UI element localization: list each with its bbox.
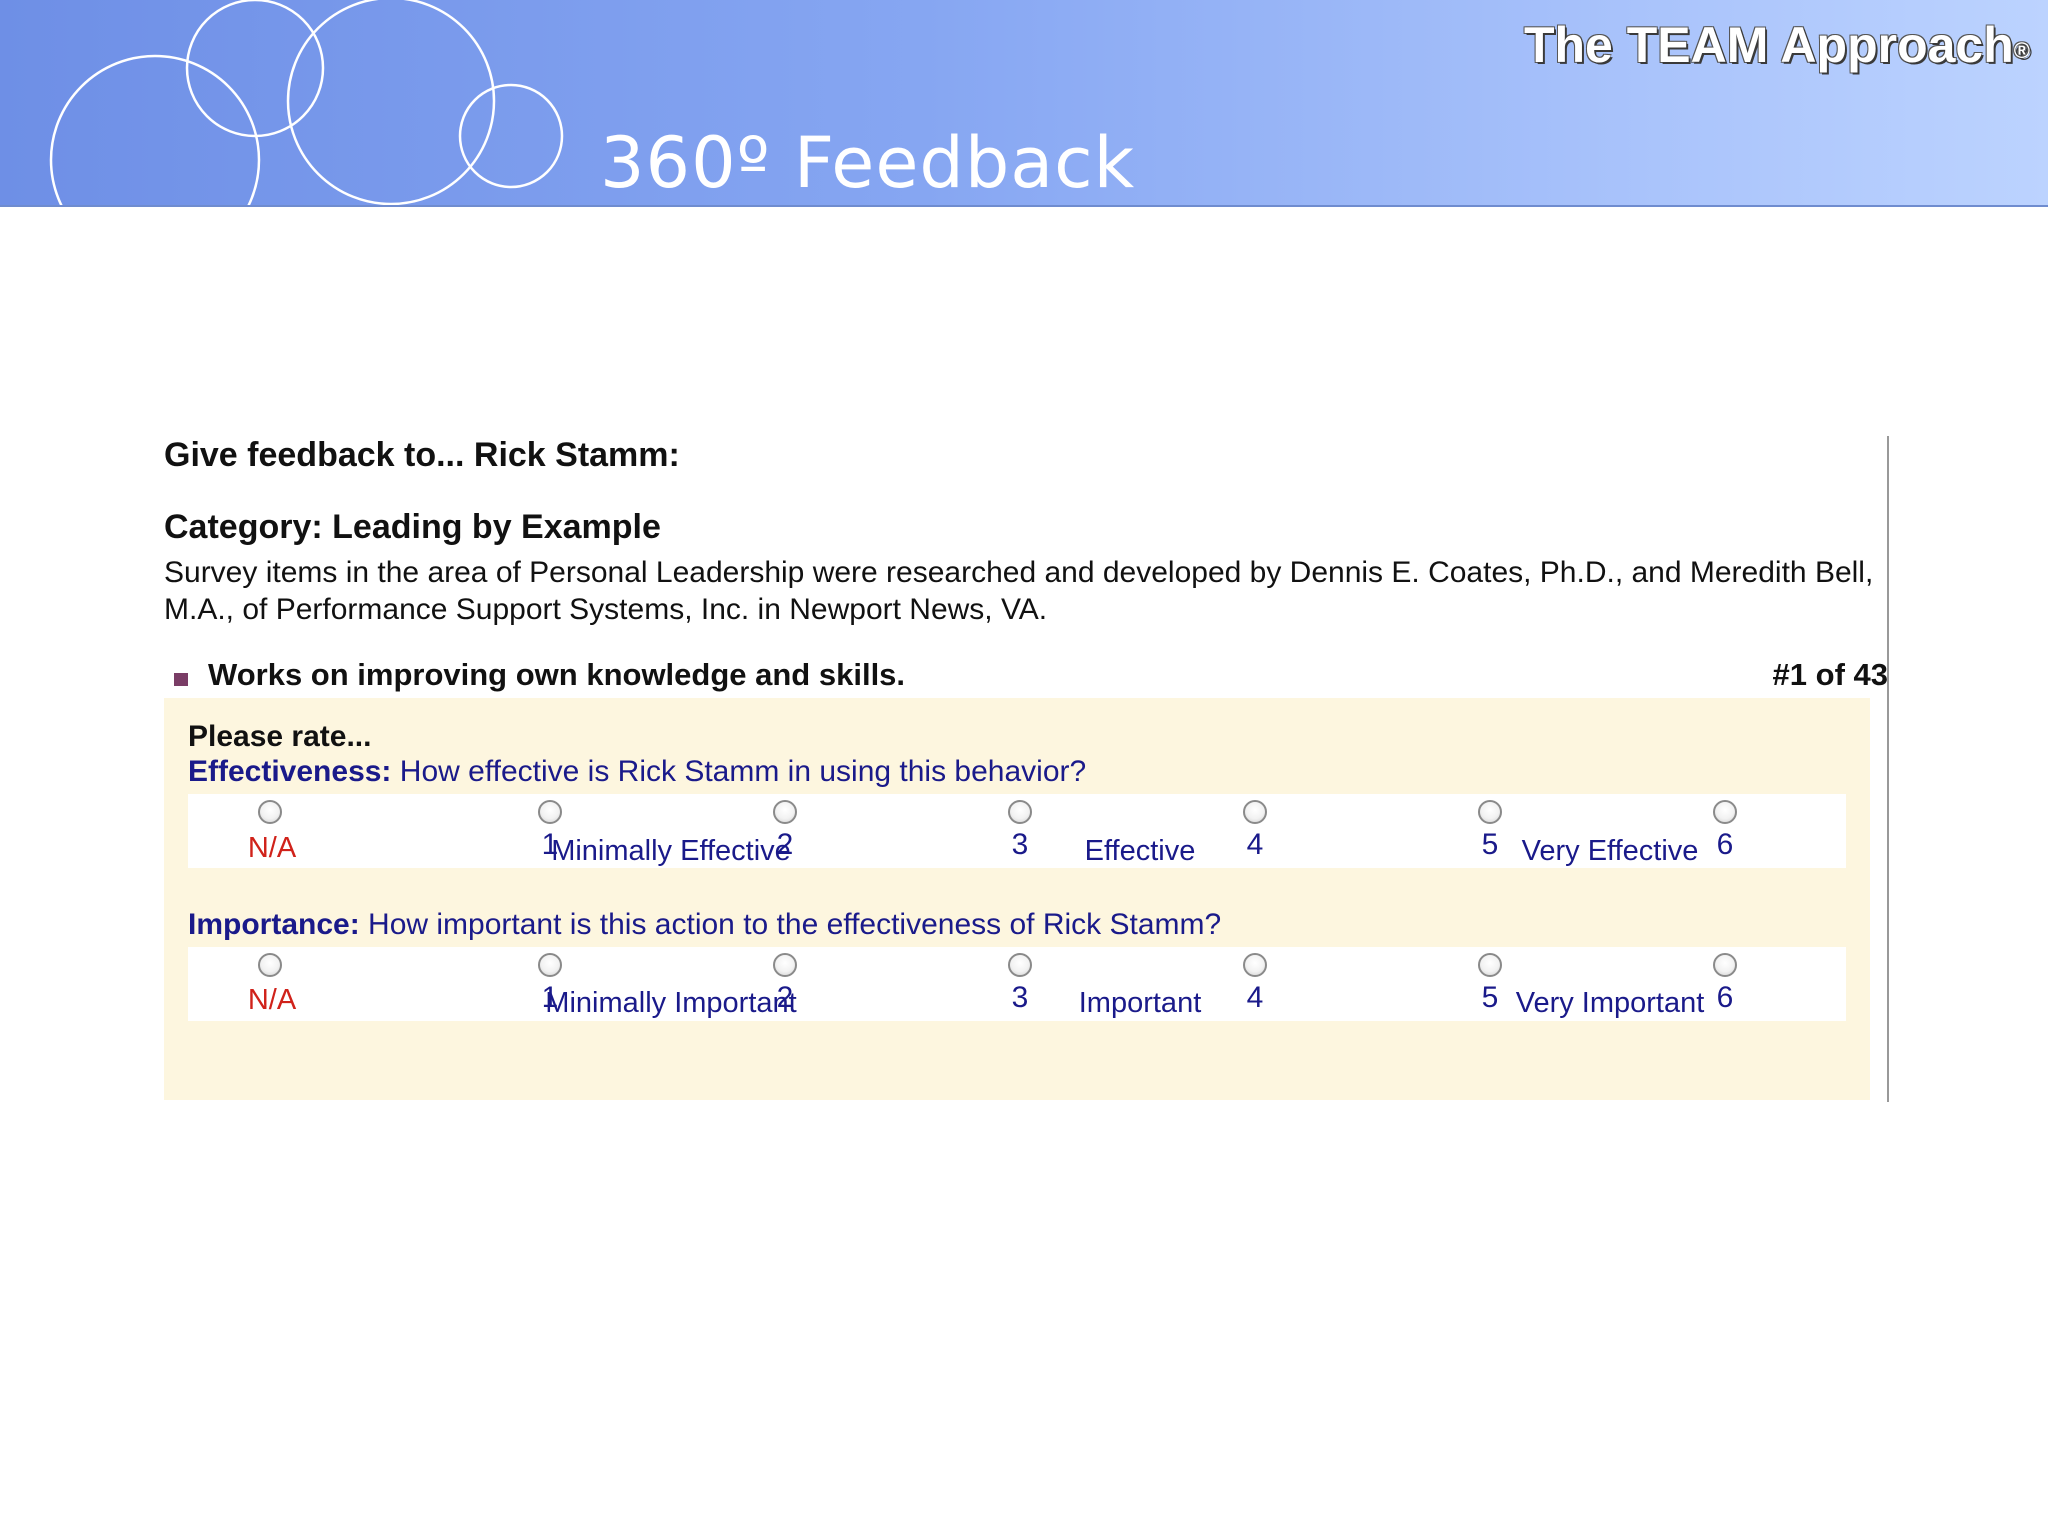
radio-button[interactable] (538, 953, 562, 977)
radio-button[interactable] (1713, 953, 1737, 977)
effectiveness-option-3[interactable]: 3 (990, 794, 1050, 860)
radio-button[interactable] (258, 800, 282, 824)
radio-button[interactable] (1243, 953, 1267, 977)
decorative-circles (49, 0, 564, 205)
radio-button[interactable] (1008, 953, 1032, 977)
importance-na-label: N/A (247, 984, 297, 1016)
bullet-icon (174, 673, 188, 686)
item-counter: #1 of 43 (1772, 657, 1888, 692)
effectiveness-option-4[interactable]: 4 (1225, 794, 1285, 860)
importance-option-5[interactable]: 5 (1460, 947, 1520, 1013)
importance-question-text: How important is this action to the effe… (368, 908, 1222, 941)
survey-item: Works on improving own knowledge and ski… (208, 657, 906, 692)
effectiveness-scale-high: Very Effective (1521, 835, 1699, 867)
effectiveness-scale-mid: Effective (1084, 835, 1196, 867)
radio-button[interactable] (1478, 953, 1502, 977)
radio-button[interactable] (773, 953, 797, 977)
radio-button[interactable] (1008, 800, 1032, 824)
radio-button[interactable] (1243, 800, 1267, 824)
survey-panel: Give feedback to... Rick Stamm: Category… (164, 436, 1888, 1102)
radio-button[interactable] (1713, 800, 1737, 824)
brand-name: The TEAM Approach® (1523, 17, 2030, 73)
registered-mark: ® (2013, 38, 2030, 63)
category-description: Survey items in the area of Personal Lea… (164, 556, 1874, 626)
effectiveness-scale-low: Minimally Effective (551, 835, 791, 867)
effectiveness-question-text: How effective is Rick Stamm in using thi… (399, 755, 1087, 788)
importance-scale-high: Very Important (1515, 987, 1705, 1019)
effectiveness-na-label: N/A (247, 832, 297, 864)
slide-title: 360º Feedback (600, 122, 1136, 204)
category-heading: Category: Leading by Example (164, 508, 661, 546)
rating-box: Please rate... Effectiveness: How effect… (164, 698, 1870, 1100)
header-banner: The TEAM Approach® 360º Feedback (0, 0, 2048, 207)
radio-button[interactable] (1478, 800, 1502, 824)
radio-button[interactable] (258, 953, 282, 977)
importance-label: Importance: (188, 908, 360, 941)
effectiveness-label: Effectiveness: (188, 755, 392, 788)
importance-scale-mid: Important (1078, 987, 1202, 1019)
importance-option-3[interactable]: 3 (990, 947, 1050, 1013)
effectiveness-option-5[interactable]: 5 (1460, 794, 1520, 860)
effectiveness-option-6[interactable]: 6 (1695, 794, 1755, 860)
importance-question: Importance: How important is this action… (188, 908, 1221, 942)
radio-button[interactable] (773, 800, 797, 824)
please-rate-label: Please rate... (188, 720, 372, 753)
radio-button[interactable] (538, 800, 562, 824)
importance-scale-low: Minimally Important (545, 987, 797, 1019)
effectiveness-question: Effectiveness: How effective is Rick Sta… (188, 755, 1086, 789)
importance-option-4[interactable]: 4 (1225, 947, 1285, 1013)
feedback-heading: Give feedback to... Rick Stamm: (164, 436, 680, 474)
